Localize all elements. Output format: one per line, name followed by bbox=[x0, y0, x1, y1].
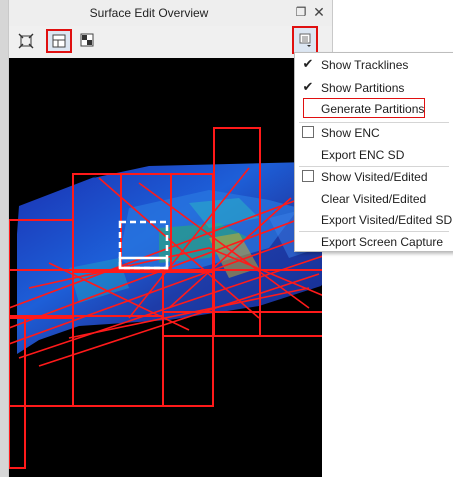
checkmark-icon: ✔ bbox=[302, 56, 314, 71]
panel-border bbox=[332, 0, 333, 58]
partition-view-icon bbox=[52, 34, 66, 48]
survey-overview-canvas bbox=[9, 127, 330, 469]
menu-item-show-enc[interactable]: Show ENC bbox=[295, 123, 453, 143]
checkbox-icon bbox=[302, 126, 314, 138]
zoom-extent-tool[interactable] bbox=[13, 29, 39, 53]
panel-titlebar: Surface Edit Overview ❐ ✕ bbox=[9, 0, 333, 26]
panel-title: Surface Edit Overview bbox=[89, 6, 209, 20]
partition-view-tool[interactable] bbox=[46, 29, 72, 53]
panel-toolbar bbox=[9, 26, 333, 58]
surface-edit-overview-panel: Surface Edit Overview ❐ ✕ bbox=[8, 0, 333, 477]
background-area bbox=[322, 252, 453, 477]
layout-tool[interactable] bbox=[75, 29, 101, 53]
menu-item-export-visited-edited-sd[interactable]: Export Visited/Edited SD bbox=[295, 210, 453, 230]
menu-item-show-tracklines[interactable]: ✔ Show Tracklines bbox=[295, 55, 453, 75]
checkbox-icon bbox=[302, 170, 314, 182]
host-app-background bbox=[0, 0, 8, 477]
menu-item-show-partitions[interactable]: ✔ Show Partitions bbox=[295, 78, 453, 98]
zoom-extent-icon bbox=[18, 33, 34, 49]
menu-item-export-enc-sd[interactable]: Export ENC SD bbox=[295, 145, 453, 165]
close-icon[interactable]: ✕ bbox=[311, 4, 327, 20]
menu-item-clear-visited-edited[interactable]: Clear Visited/Edited bbox=[295, 189, 453, 209]
layout-icon bbox=[80, 33, 94, 47]
checkmark-icon: ✔ bbox=[302, 79, 314, 94]
overview-map-viewport[interactable] bbox=[9, 58, 333, 477]
menu-item-export-screen-capture[interactable]: Export Screen Capture bbox=[295, 232, 453, 252]
options-context-menu: ✔ Show Tracklines ✔ Show Partitions Gene… bbox=[294, 52, 453, 252]
pin-icon[interactable]: ❐ bbox=[293, 4, 309, 20]
menu-item-generate-partitions[interactable]: Generate Partitions bbox=[295, 99, 453, 119]
menu-item-show-visited-edited[interactable]: Show Visited/Edited bbox=[295, 167, 453, 187]
options-menu-button[interactable] bbox=[292, 26, 318, 54]
options-menu-icon bbox=[299, 33, 311, 47]
